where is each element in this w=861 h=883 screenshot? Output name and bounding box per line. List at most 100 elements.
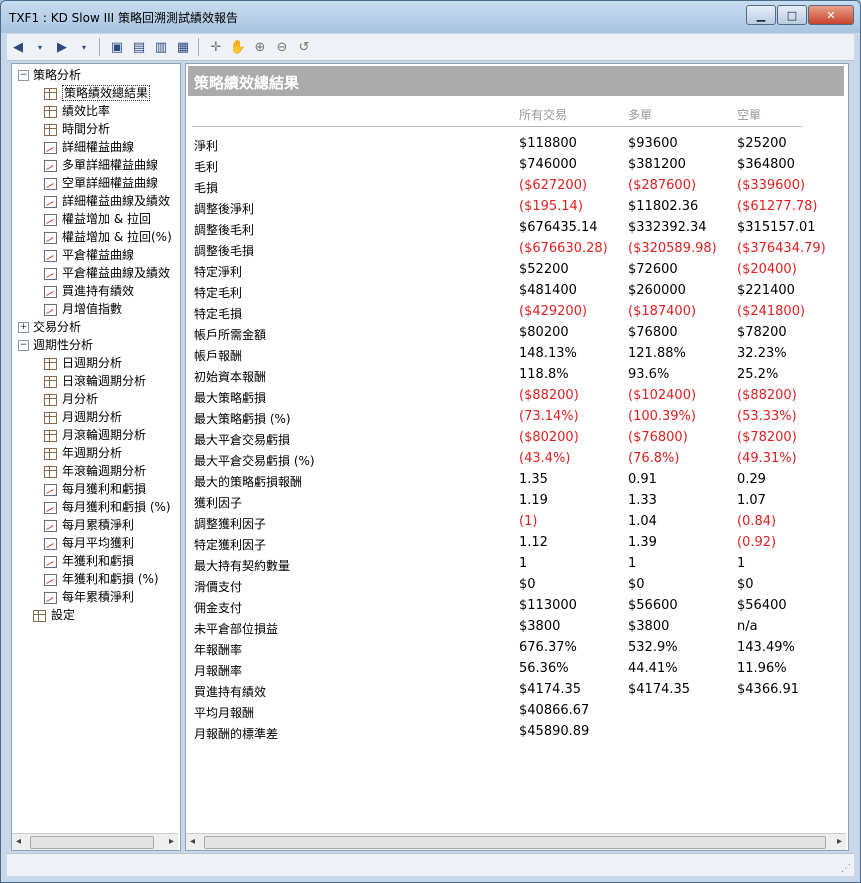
collapse-icon[interactable]: − xyxy=(18,70,29,81)
tree-item[interactable]: 月分析 xyxy=(44,390,98,408)
tree-item[interactable]: 策略績效總結果 xyxy=(44,84,151,102)
chart-icon xyxy=(44,231,57,244)
tree-item[interactable]: 平倉權益曲線及績效 xyxy=(44,264,170,282)
metric-label: 特定淨利 xyxy=(194,265,243,279)
metric-value: (0.84) xyxy=(737,514,777,529)
scrollbar-thumb[interactable] xyxy=(204,836,826,849)
metric-value: 1.12 xyxy=(519,535,548,550)
close-button[interactable]: ✕ xyxy=(808,5,854,25)
tree-item-label: 多單詳細權益曲線 xyxy=(62,158,159,172)
metric-value: $0 xyxy=(628,577,645,592)
tree-item[interactable]: 年獲利和虧損 (%) xyxy=(44,570,159,588)
tree-item[interactable]: + 交易分析 xyxy=(18,318,81,336)
tree-item[interactable]: 日週期分析 xyxy=(44,354,122,372)
scroll-right-icon[interactable]: ▸ xyxy=(837,836,842,847)
hand-icon[interactable]: ✋ xyxy=(228,37,248,57)
window-controls: ▁ □ ✕ xyxy=(745,5,854,25)
metric-value: $52200 xyxy=(519,262,569,277)
chart-icon xyxy=(44,555,57,568)
forward-arrow-icon[interactable]: ▶ xyxy=(52,37,72,57)
crosshair-icon[interactable]: ✛ xyxy=(206,37,226,57)
export-icon[interactable]: ▤ xyxy=(129,37,149,57)
tree-item-label: 設定 xyxy=(51,608,76,622)
metric-label: 帳戶報酬 xyxy=(194,349,243,363)
metric-value: ($627200) xyxy=(519,178,588,193)
metric-label: 調整後淨利 xyxy=(194,202,255,216)
report-table-icon xyxy=(44,429,57,442)
zoom-in-icon[interactable]: ⊕ xyxy=(250,37,270,57)
tree-item[interactable]: 月週期分析 xyxy=(44,408,122,426)
tree-item[interactable]: 多單詳細權益曲線 xyxy=(44,156,158,174)
save-icon[interactable]: ▣ xyxy=(107,37,127,57)
metric-value: 0.29 xyxy=(737,472,766,487)
tree-item[interactable]: 空單詳細權益曲線 xyxy=(44,174,158,192)
metric-value: 11.96% xyxy=(737,661,787,676)
metric-value: $25200 xyxy=(737,136,787,151)
tree-item-label: 時間分析 xyxy=(62,122,111,136)
reset-icon[interactable]: ↺ xyxy=(294,37,314,57)
tree-item[interactable]: 每月平均獲利 xyxy=(44,534,134,552)
tree-item[interactable]: 年滾輪週期分析 xyxy=(44,462,146,480)
resize-grip-icon[interactable]: ⋰ xyxy=(841,863,851,874)
report-table-icon xyxy=(44,375,57,388)
collapse-icon[interactable]: − xyxy=(18,340,29,351)
chart-icon xyxy=(44,141,57,154)
print-icon[interactable]: ▥ xyxy=(151,37,171,57)
expand-icon[interactable]: + xyxy=(18,322,29,333)
tree-item[interactable]: 權益增加 & 拉回(%) xyxy=(44,228,172,246)
tree-item[interactable]: 每月獲利和虧損 (%) xyxy=(44,498,171,516)
back-arrow-icon[interactable]: ◀ xyxy=(8,37,28,57)
tree-item[interactable]: 月增值指數 xyxy=(44,300,122,318)
metric-value: $76800 xyxy=(628,325,678,340)
tree-item[interactable]: − 策略分析 xyxy=(18,66,81,84)
report-table-icon xyxy=(33,609,46,622)
tree-item-label: 月滾輪週期分析 xyxy=(62,428,147,442)
scroll-left-icon[interactable]: ◂ xyxy=(190,836,195,847)
metric-value: $113000 xyxy=(519,598,577,613)
metric-label: 最大持有契約數量 xyxy=(194,559,291,573)
tree-item[interactable]: 每月獲利和虧損 xyxy=(44,480,146,498)
tree-item[interactable]: 年獲利和虧損 xyxy=(44,552,134,570)
tree-item[interactable]: 績效比率 xyxy=(44,102,110,120)
tree-item[interactable]: 時間分析 xyxy=(44,120,110,138)
scroll-right-icon[interactable]: ▸ xyxy=(169,836,174,847)
zoom-out-icon[interactable]: ⊖ xyxy=(272,37,292,57)
metric-value: ($20400) xyxy=(737,262,797,277)
tree-item[interactable]: − 週期性分析 xyxy=(18,336,93,354)
view-icon[interactable]: ▦ xyxy=(173,37,193,57)
chart-icon xyxy=(44,483,57,496)
tree-item[interactable]: 詳細權益曲線及績效 xyxy=(44,192,170,210)
dropdown-icon[interactable]: ▾ xyxy=(74,37,94,57)
tree-item[interactable]: 年週期分析 xyxy=(44,444,122,462)
tree-item[interactable]: 買進持有績效 xyxy=(44,282,134,300)
metric-value: ($102400) xyxy=(628,388,697,403)
tree-item[interactable]: 每年累積淨利 xyxy=(44,588,134,606)
tree-item[interactable]: 詳細權益曲線 xyxy=(44,138,134,156)
title-bar[interactable]: TXF1 : KD Slow III 策略回溯測試績效報告 ▁ □ ✕ xyxy=(1,1,860,33)
scroll-left-icon[interactable]: ◂ xyxy=(16,836,21,847)
scrollbar-thumb[interactable] xyxy=(30,836,154,849)
tree-item[interactable]: 平倉權益曲線 xyxy=(44,246,134,264)
metric-label: 最大平倉交易虧損 (%) xyxy=(194,454,315,468)
metric-value: ($676630.28) xyxy=(519,241,608,256)
dropdown-icon[interactable]: ▾ xyxy=(30,37,50,57)
metric-value: $3800 xyxy=(628,619,670,634)
metric-label: 滑價支付 xyxy=(194,580,243,594)
chart-icon xyxy=(44,177,57,190)
report-horizontal-scrollbar[interactable]: ◂ ▸ xyxy=(186,833,846,850)
tree-item[interactable]: 設定 xyxy=(18,606,75,624)
metric-label: 最大平倉交易虧損 xyxy=(194,433,291,447)
tree-item[interactable]: 權益增加 & 拉回 xyxy=(44,210,151,228)
minimize-button[interactable]: ▁ xyxy=(746,5,776,25)
chart-icon xyxy=(44,159,57,172)
tree-horizontal-scrollbar[interactable]: ◂ ▸ xyxy=(12,833,178,850)
tree-item[interactable]: 每月累積淨利 xyxy=(44,516,134,534)
metric-value: $260000 xyxy=(628,283,686,298)
metric-label: 月報酬的標準差 xyxy=(194,727,279,741)
navigation-tree[interactable]: ◂ ▸ − 策略分析 策略績效總結果 績效比率時間分析詳細權益曲線多單詳細權益曲線空單… xyxy=(11,63,181,851)
metric-value: $118800 xyxy=(519,136,577,151)
toolbar-separator xyxy=(99,38,102,56)
tree-item[interactable]: 月滾輪週期分析 xyxy=(44,426,146,444)
tree-item[interactable]: 日滾輪週期分析 xyxy=(44,372,146,390)
maximize-button[interactable]: □ xyxy=(777,5,807,25)
